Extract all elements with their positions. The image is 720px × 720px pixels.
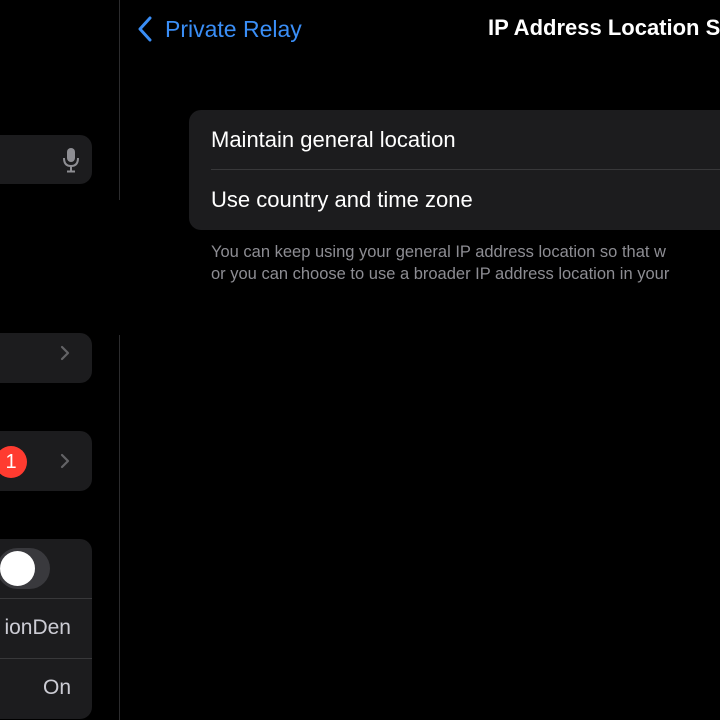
- chevron-right-icon: [60, 453, 70, 469]
- sidebar-row-updates[interactable]: 1: [0, 431, 92, 491]
- row-divider: [0, 598, 92, 599]
- sidebar-row-value[interactable]: ionDen: [4, 616, 71, 640]
- toggle-switch[interactable]: [0, 548, 50, 589]
- page-title: IP Address Location S: [488, 15, 720, 40]
- sidebar-group: ionDen On: [0, 539, 92, 719]
- options-footnote: You can keep using your general IP addre…: [211, 241, 720, 285]
- search-field[interactable]: [0, 135, 92, 184]
- microphone-icon[interactable]: [62, 147, 80, 173]
- split-divider: [119, 0, 120, 200]
- option-label: Use country and time zone: [211, 187, 473, 212]
- back-button[interactable]: Private Relay: [137, 13, 302, 45]
- footnote-line: or you can choose to use a broader IP ad…: [211, 265, 670, 283]
- option-label: Maintain general location: [211, 127, 456, 152]
- chevron-left-icon: [138, 16, 152, 42]
- option-maintain-general-location[interactable]: Maintain general location: [189, 110, 720, 170]
- footnote-line: You can keep using your general IP addre…: [211, 243, 666, 261]
- notification-badge: 1: [0, 446, 27, 478]
- location-options-list: Maintain general location Use country an…: [189, 110, 720, 230]
- sidebar-row-value[interactable]: On: [43, 676, 71, 700]
- settings-screen: 1 ionDen On Private Relay IP Address Loc…: [0, 0, 720, 720]
- chevron-right-icon: [60, 345, 70, 361]
- split-divider: [119, 335, 120, 720]
- sidebar: 1 ionDen On: [0, 0, 120, 720]
- sidebar-row-1[interactable]: [0, 333, 92, 383]
- row-divider: [0, 658, 92, 659]
- toggle-knob: [0, 551, 35, 586]
- option-use-country-and-time-zone[interactable]: Use country and time zone: [189, 170, 720, 230]
- back-button-label: Private Relay: [165, 15, 302, 42]
